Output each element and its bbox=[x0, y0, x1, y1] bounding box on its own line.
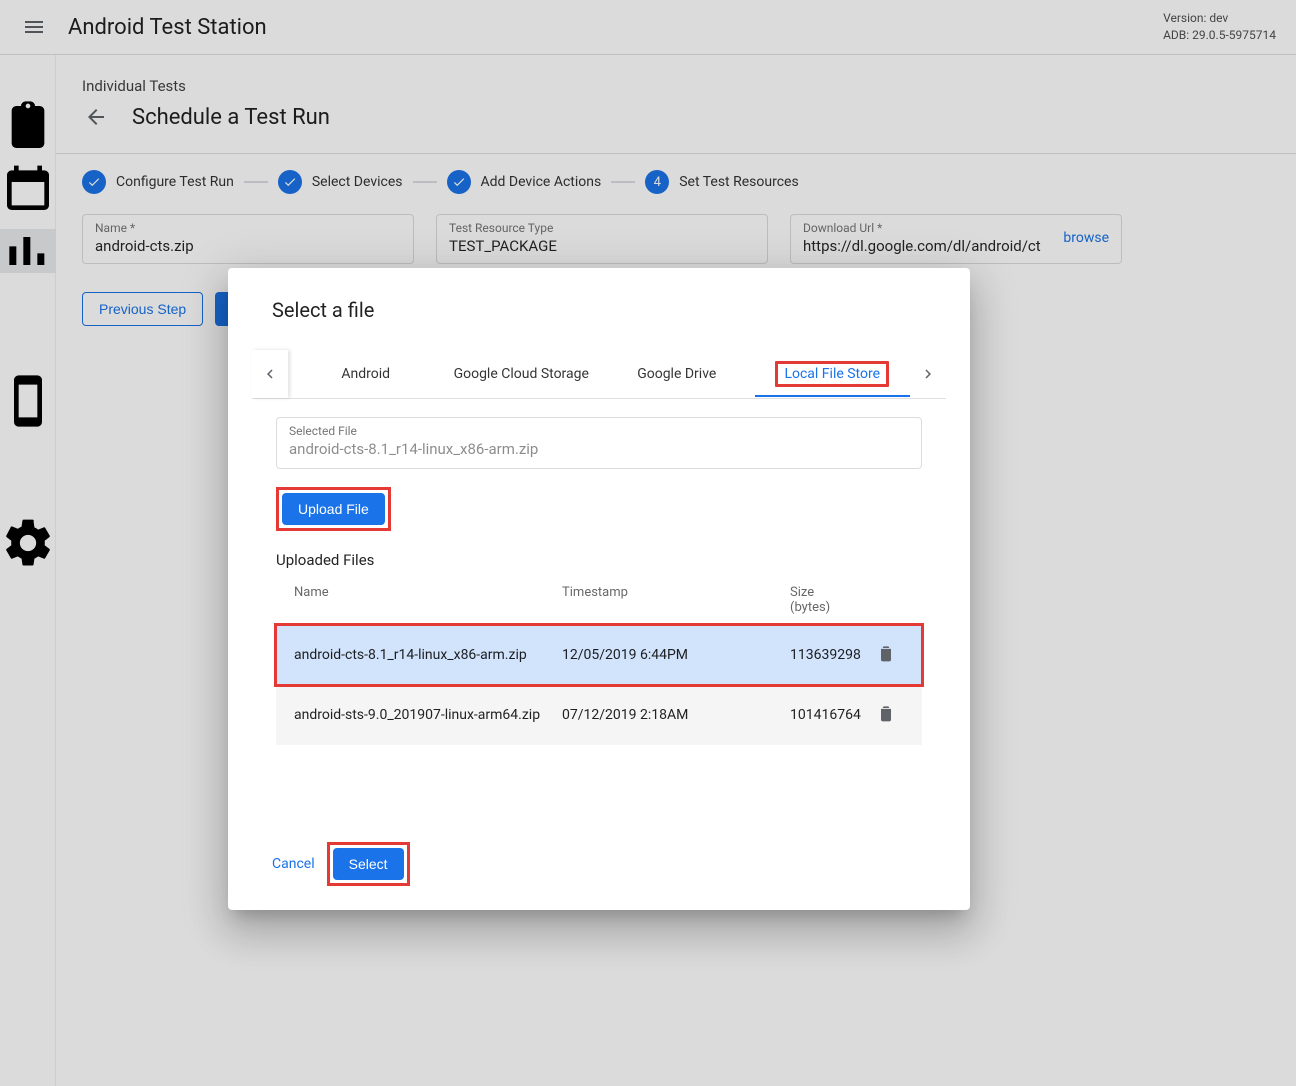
tabs-scroll-right-icon[interactable] bbox=[910, 350, 946, 398]
selected-file-field[interactable]: Selected File android-cts-8.1_r14-linux_… bbox=[276, 417, 922, 469]
cancel-button[interactable]: Cancel bbox=[272, 856, 315, 872]
file-source-tabs: Android Google Cloud Storage Google Driv… bbox=[252, 350, 946, 399]
col-name: Name bbox=[294, 585, 562, 615]
uploaded-files-heading: Uploaded Files bbox=[276, 551, 922, 569]
upload-file-button[interactable]: Upload File bbox=[282, 493, 385, 525]
table-row[interactable]: android-sts-9.0_201907-linux-arm64.zip 0… bbox=[276, 685, 922, 745]
dialog-title: Select a file bbox=[272, 298, 946, 322]
delete-icon[interactable] bbox=[876, 703, 904, 727]
select-file-dialog: Select a file Android Google Cloud Stora… bbox=[228, 268, 970, 910]
select-button[interactable]: Select bbox=[333, 848, 404, 880]
col-size: Size (bytes) bbox=[790, 585, 876, 615]
tabs-scroll-left-icon[interactable] bbox=[252, 350, 288, 398]
tab-local-file-store[interactable]: Local File Store bbox=[755, 352, 911, 396]
tab-drive[interactable]: Google Drive bbox=[599, 352, 755, 396]
table-row[interactable]: android-cts-8.1_r14-linux_x86-arm.zip 12… bbox=[276, 625, 922, 685]
tab-gcs[interactable]: Google Cloud Storage bbox=[444, 352, 600, 396]
col-timestamp: Timestamp bbox=[562, 585, 790, 615]
delete-icon[interactable] bbox=[876, 643, 904, 667]
tab-android[interactable]: Android bbox=[288, 352, 444, 396]
uploaded-files-table: Name Timestamp Size (bytes) android-cts-… bbox=[276, 575, 922, 745]
